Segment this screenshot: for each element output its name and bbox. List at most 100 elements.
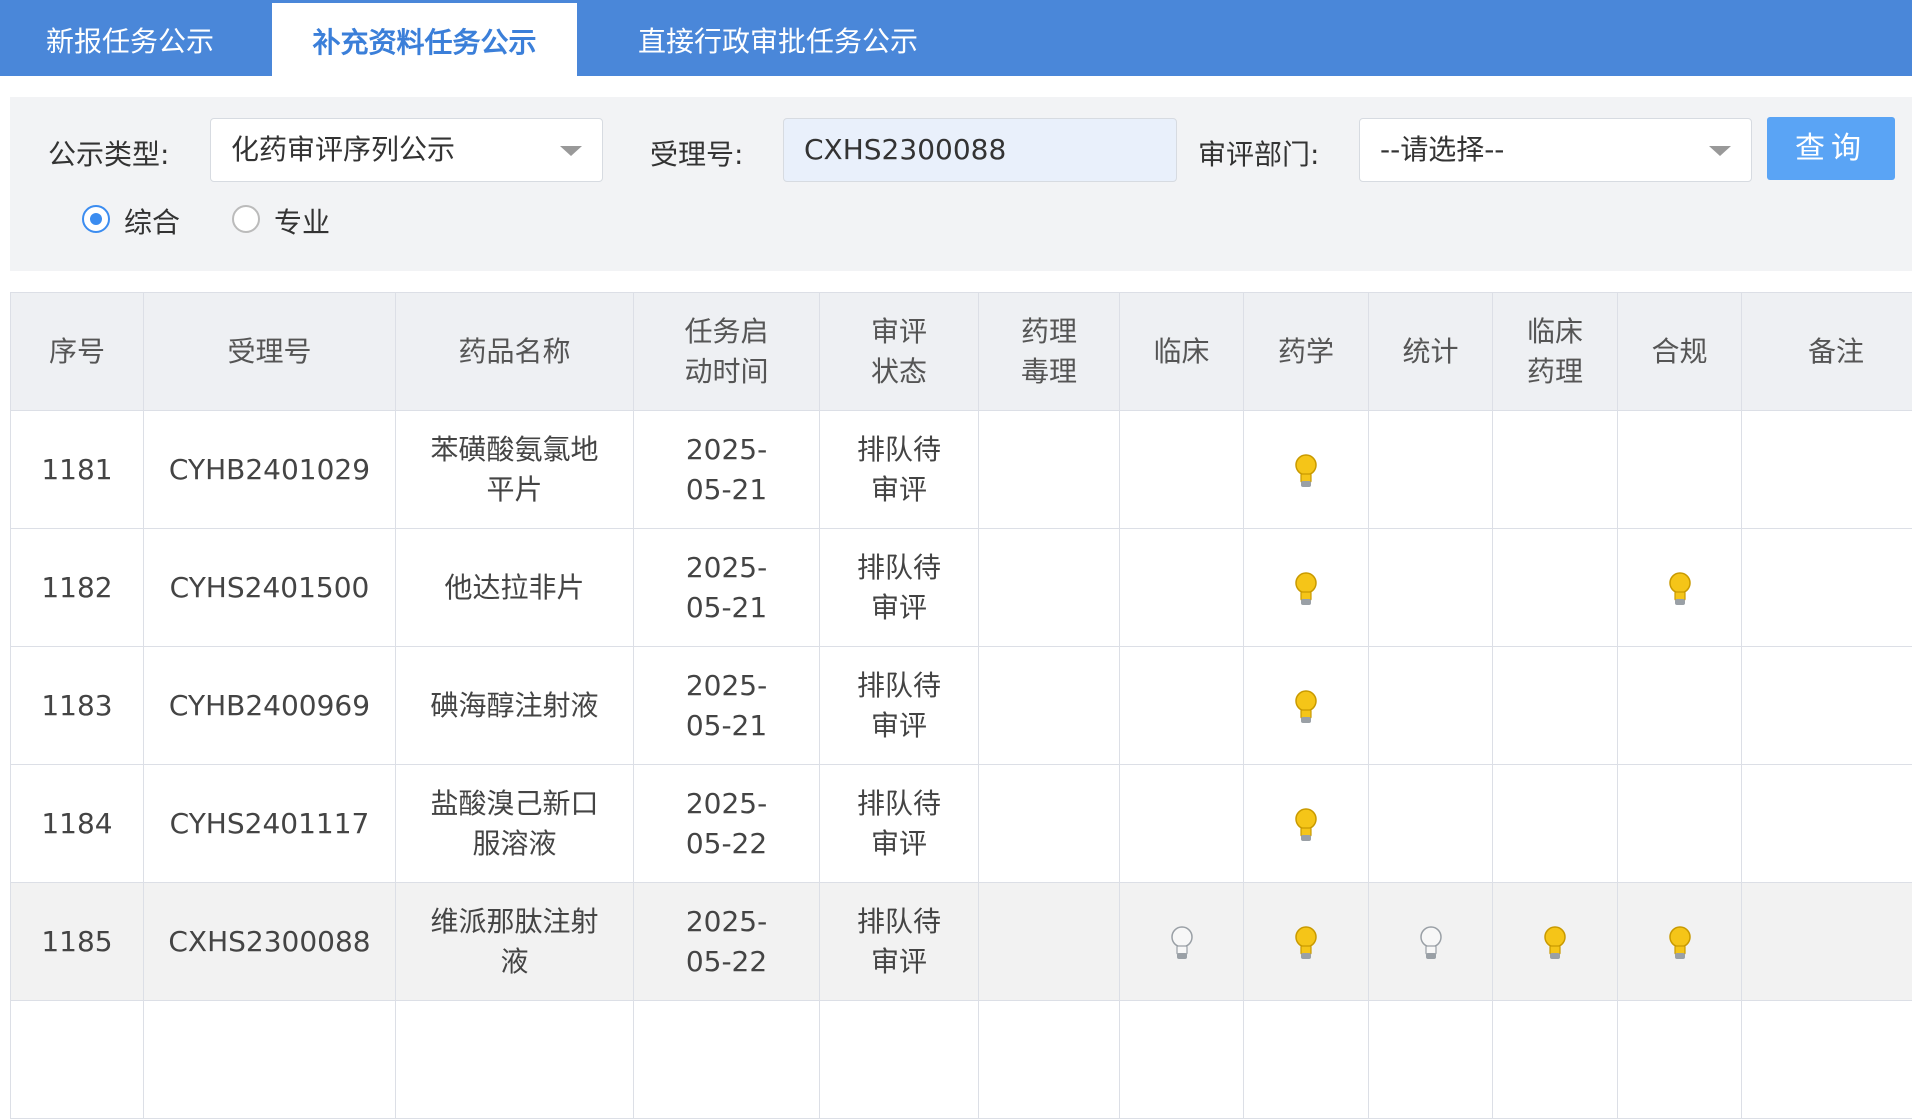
cell-no: 1185 (11, 883, 144, 1001)
cell-statistics (1369, 765, 1493, 883)
cell-compliance (1618, 529, 1742, 647)
cell-drug-name: 盐酸溴己新口服溶液 (396, 765, 634, 883)
cell-empty (634, 1001, 820, 1119)
cell-clinical-pharm (1493, 529, 1618, 647)
cell-empty (1244, 1001, 1369, 1119)
cell-clinical-pharm (1493, 883, 1618, 1001)
cell-start-date: 2025-05-21 (634, 411, 820, 529)
lightbulb-unlit-icon (1418, 925, 1444, 961)
cell-empty (1369, 1001, 1493, 1119)
accept-number-value: CXHS2300088 (804, 133, 1006, 166)
cell-accept-number: CYHB2400969 (144, 647, 396, 765)
tab-bar: 新报任务公示 补充资料任务公示 直接行政审批任务公示 (0, 0, 1912, 76)
cell-remark (1742, 529, 1912, 647)
cell-status: 排队待审评 (820, 883, 979, 1001)
lightbulb-lit-icon (1293, 925, 1319, 961)
accept-number-label: 受理号: (650, 133, 743, 173)
table-row: 1181 CYHB2401029 苯磺酸氨氯地平片 2025-05-21 排队待… (11, 411, 1912, 529)
col-header: 临床药理 (1493, 293, 1618, 411)
cell-pharmacy (1244, 883, 1369, 1001)
tab-new-application[interactable]: 新报任务公示 (0, 0, 260, 76)
cell-start-date: 2025-05-21 (634, 647, 820, 765)
cell-drug-name: 他达拉非片 (396, 529, 634, 647)
cell-compliance (1618, 883, 1742, 1001)
cell-compliance (1618, 411, 1742, 529)
cell-empty (1618, 1001, 1742, 1119)
cell-accept-number: CYHS2401117 (144, 765, 396, 883)
lightbulb-lit-icon (1293, 689, 1319, 725)
type-select[interactable]: 化药审评序列公示 (210, 118, 603, 182)
department-label: 审评部门: (1198, 133, 1319, 173)
table-header-row: 序号 受理号 药品名称 任务启动时间 审评状态 药理毒理 临床 药学 统计 临床… (11, 293, 1912, 411)
cell-empty (1120, 1001, 1244, 1119)
col-header: 临床 (1120, 293, 1244, 411)
col-header: 序号 (11, 293, 144, 411)
cell-statistics (1369, 411, 1493, 529)
cell-remark (1742, 647, 1912, 765)
lightbulb-lit-icon (1293, 571, 1319, 607)
chevron-down-icon (560, 146, 582, 156)
department-select[interactable]: --请选择-- (1359, 118, 1752, 182)
cell-accept-number: CXHS2300088 (144, 883, 396, 1001)
radio-comprehensive[interactable] (82, 205, 110, 233)
col-header: 任务启动时间 (634, 293, 820, 411)
lightbulb-lit-icon (1667, 571, 1693, 607)
lightbulb-lit-icon (1542, 925, 1568, 961)
cell-clinical-pharm (1493, 411, 1618, 529)
lightbulb-unlit-icon (1169, 925, 1195, 961)
lightbulb-lit-icon (1293, 807, 1319, 843)
cell-pharm-tox (979, 647, 1120, 765)
table-row: 1184 CYHS2401117 盐酸溴己新口服溶液 2025-05-22 排队… (11, 765, 1912, 883)
table-row-highlighted: 1185 CXHS2300088 维派那肽注射液 2025-05-22 排队待审… (11, 883, 1912, 1001)
cell-compliance (1618, 647, 1742, 765)
cell-pharm-tox (979, 883, 1120, 1001)
query-button[interactable]: 查询 (1767, 117, 1895, 180)
cell-remark (1742, 883, 1912, 1001)
cell-status: 排队待审评 (820, 411, 979, 529)
cell-pharmacy (1244, 529, 1369, 647)
cell-remark (1742, 765, 1912, 883)
lightbulb-lit-icon (1293, 453, 1319, 489)
cell-start-date: 2025-05-22 (634, 883, 820, 1001)
cell-no: 1183 (11, 647, 144, 765)
col-header: 备注 (1742, 293, 1912, 411)
radio-dot (90, 213, 102, 225)
radio-comprehensive-label[interactable]: 综合 (124, 201, 180, 241)
cell-start-date: 2025-05-22 (634, 765, 820, 883)
col-header: 审评状态 (820, 293, 979, 411)
cell-drug-name: 苯磺酸氨氯地平片 (396, 411, 634, 529)
cell-empty (396, 1001, 634, 1119)
cell-clinical (1120, 411, 1244, 529)
cell-clinical-pharm (1493, 647, 1618, 765)
table-row: 1182 CYHS2401500 他达拉非片 2025-05-21 排队待审评 (11, 529, 1912, 647)
cell-accept-number: CYHS2401500 (144, 529, 396, 647)
cell-compliance (1618, 765, 1742, 883)
cell-remark (1742, 411, 1912, 529)
radio-professional[interactable] (232, 205, 260, 233)
table-row-partial (11, 1001, 1912, 1119)
cell-empty (11, 1001, 144, 1119)
cell-clinical-pharm (1493, 765, 1618, 883)
cell-drug-name: 维派那肽注射液 (396, 883, 634, 1001)
col-header: 药学 (1244, 293, 1369, 411)
type-select-value: 化药审评序列公示 (231, 133, 455, 166)
col-header: 统计 (1369, 293, 1493, 411)
col-header: 受理号 (144, 293, 396, 411)
tab-direct-approval[interactable]: 直接行政审批任务公示 (598, 0, 958, 76)
col-header: 药理毒理 (979, 293, 1120, 411)
cell-pharmacy (1244, 647, 1369, 765)
cell-start-date: 2025-05-21 (634, 529, 820, 647)
tab-supplement-material[interactable]: 补充资料任务公示 (272, 3, 577, 76)
accept-number-input[interactable]: CXHS2300088 (783, 118, 1177, 182)
cell-empty (1493, 1001, 1618, 1119)
cell-pharm-tox (979, 529, 1120, 647)
table-row: 1183 CYHB2400969 碘海醇注射液 2025-05-21 排队待审评 (11, 647, 1912, 765)
cell-pharm-tox (979, 411, 1120, 529)
cell-statistics (1369, 883, 1493, 1001)
col-header: 合规 (1618, 293, 1742, 411)
department-select-value: --请选择-- (1380, 133, 1504, 166)
radio-professional-label[interactable]: 专业 (274, 201, 330, 241)
cell-clinical (1120, 647, 1244, 765)
task-table: 序号 受理号 药品名称 任务启动时间 审评状态 药理毒理 临床 药学 统计 临床… (10, 292, 1912, 1119)
cell-status: 排队待审评 (820, 647, 979, 765)
